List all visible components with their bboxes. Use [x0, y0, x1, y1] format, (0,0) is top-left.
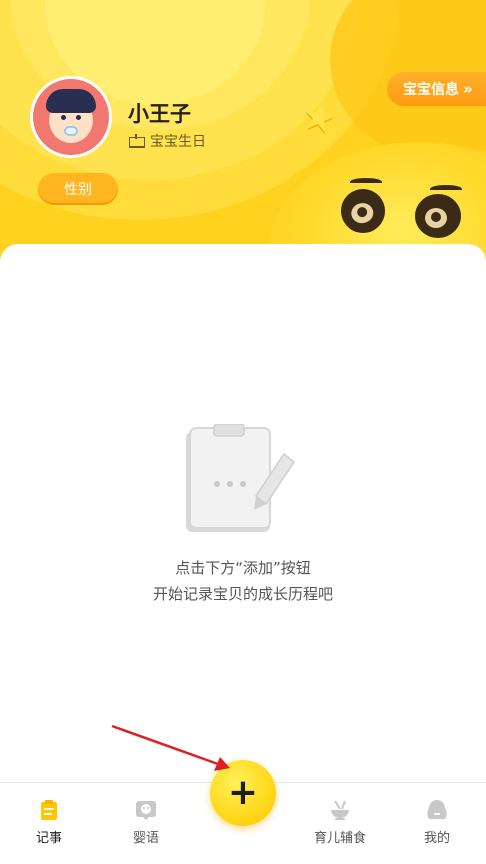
tab-baby-food[interactable]: 育儿辅食 — [300, 799, 380, 847]
mascot-eye — [415, 194, 461, 238]
tab-notes[interactable]: 记事 — [9, 799, 89, 847]
empty-hint-line1: 点击下方“添加”按钮 — [175, 559, 311, 577]
star-icon: ★ — [297, 92, 341, 143]
mascot-brow — [350, 178, 382, 186]
baby-talk-icon — [136, 801, 156, 820]
empty-hint-line2: 开始记录宝贝的成长历程吧 — [152, 585, 333, 603]
tab-label: 我的 — [423, 831, 450, 846]
mascot-brow — [430, 185, 462, 193]
empty-notepad-icon — [186, 424, 296, 532]
gender-button[interactable]: 性别 — [38, 173, 118, 205]
profile-icon — [427, 800, 447, 819]
birthday-row[interactable]: 宝宝生日 — [128, 131, 206, 151]
baby-info-label: 宝宝信息 — [403, 82, 459, 98]
header-banner: ★ 小王子 宝宝生日 性别 宝宝信息 » — [0, 0, 486, 262]
tab-mine[interactable]: 我的 — [397, 799, 477, 847]
pacifier-icon — [64, 126, 78, 136]
cake-icon — [128, 134, 145, 148]
tab-label: 记事 — [35, 831, 62, 846]
notes-icon — [41, 800, 57, 820]
baby-avatar[interactable] — [30, 76, 112, 158]
add-button[interactable]: + — [210, 760, 276, 826]
tab-label: 婴语 — [132, 831, 159, 846]
food-bowl-icon — [331, 800, 349, 820]
tab-baby-talk[interactable]: 婴语 — [106, 799, 186, 847]
double-chevron-right-icon: » — [463, 80, 473, 98]
tab-label: 育儿辅食 — [313, 831, 366, 846]
baby-name[interactable]: 小王子 — [128, 98, 191, 128]
birthday-label: 宝宝生日 — [150, 134, 206, 150]
baby-info-button[interactable]: 宝宝信息 » — [387, 72, 486, 106]
